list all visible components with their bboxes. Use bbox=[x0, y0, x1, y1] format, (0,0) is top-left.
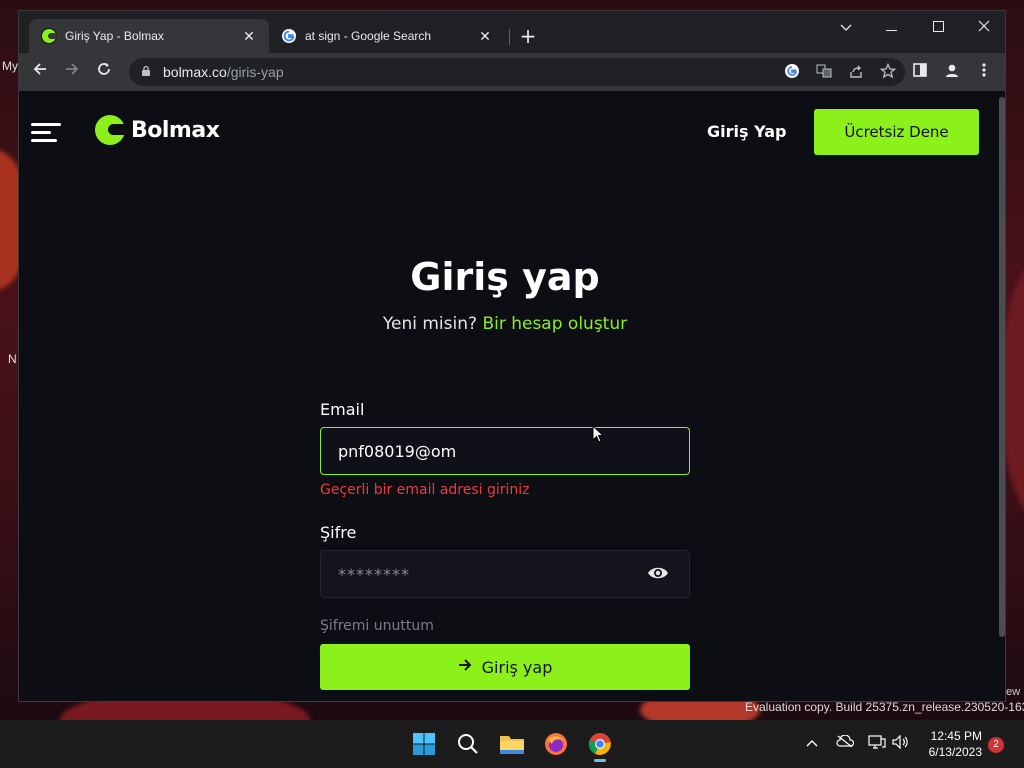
browser-toolbar: bolmax.co/giris-yap bbox=[19, 53, 1005, 91]
file-explorer-icon[interactable] bbox=[496, 728, 528, 760]
email-field[interactable]: pnf08019@om bbox=[320, 427, 690, 475]
submit-label: Giriş yap bbox=[481, 657, 553, 677]
forgot-password-link[interactable]: Şifremi unuttum bbox=[320, 618, 434, 634]
clock-time: 12:45 PM bbox=[930, 729, 982, 743]
desktop-icon-label[interactable]: N bbox=[8, 352, 17, 366]
minimize-icon[interactable] bbox=[869, 15, 915, 41]
page-title: Giriş yap bbox=[410, 255, 600, 299]
signup-prompt: Yeni misin? Bir hesap oluştur bbox=[19, 314, 991, 334]
bookmark-star-icon[interactable] bbox=[879, 62, 897, 81]
evaluation-watermark: Evaluation copy. Build 25375.zn_release.… bbox=[745, 700, 1024, 714]
chevron-down-icon[interactable] bbox=[823, 15, 869, 41]
share-icon[interactable] bbox=[847, 63, 865, 81]
address-bar[interactable]: bolmax.co/giris-yap bbox=[129, 58, 905, 86]
url-host: bolmax.co bbox=[163, 64, 227, 80]
login-submit-button[interactable]: Giriş yap bbox=[320, 644, 690, 690]
reload-icon[interactable] bbox=[91, 59, 117, 85]
profile-icon[interactable] bbox=[943, 63, 961, 81]
url-text: bolmax.co/giris-yap bbox=[163, 64, 284, 80]
translate-icon[interactable] bbox=[815, 63, 833, 81]
close-icon[interactable] bbox=[961, 15, 1005, 41]
url-path: /giris-yap bbox=[226, 64, 284, 80]
bolmax-logo-icon bbox=[41, 28, 57, 44]
signup-prompt-text: Yeni misin? bbox=[382, 314, 478, 334]
password-label: Şifre bbox=[320, 523, 357, 542]
close-icon[interactable]: ✕ bbox=[477, 28, 493, 44]
tab-title: at sign - Google Search bbox=[305, 29, 432, 43]
chrome-icon[interactable] bbox=[584, 728, 616, 762]
notification-badge[interactable]: 2 bbox=[988, 737, 1004, 753]
browser-window: Giriş Yap - Bolmax ✕ at sign - Google Se… bbox=[18, 10, 1006, 702]
taskbar: 12:45 PM 6/13/2023 2 bbox=[0, 720, 1024, 768]
watermark-fragment: ew bbox=[1006, 686, 1021, 698]
login-form: Giriş yap Yeni misin? Bir hesap oluştur … bbox=[19, 91, 1005, 701]
windows-start-icon[interactable] bbox=[408, 728, 440, 760]
onedrive-offline-icon[interactable] bbox=[836, 734, 855, 751]
menu-kebab-icon[interactable] bbox=[975, 63, 993, 81]
tab-google-search[interactable]: at sign - Google Search ✕ bbox=[269, 19, 505, 53]
tab-separator bbox=[509, 29, 510, 45]
volume-icon[interactable] bbox=[892, 734, 910, 753]
create-account-link[interactable]: Bir hesap oluştur bbox=[482, 314, 627, 334]
system-clock[interactable]: 12:45 PM 6/13/2023 bbox=[924, 728, 982, 760]
google-lens-icon[interactable] bbox=[783, 63, 801, 81]
chevron-up-icon[interactable] bbox=[806, 736, 818, 751]
google-icon bbox=[281, 28, 297, 44]
email-error-message: Geçerli bir email adresi giriniz bbox=[320, 482, 530, 498]
lock-icon[interactable] bbox=[141, 65, 153, 79]
forward-arrow-icon[interactable] bbox=[59, 59, 85, 85]
sidepanel-icon[interactable] bbox=[911, 63, 929, 81]
page-scrollbar[interactable] bbox=[999, 97, 1005, 637]
maximize-icon[interactable] bbox=[915, 15, 961, 41]
eye-icon[interactable] bbox=[647, 565, 669, 583]
password-field[interactable]: ******** bbox=[320, 550, 690, 598]
plus-icon[interactable]: + bbox=[517, 25, 539, 47]
back-arrow-icon[interactable] bbox=[27, 59, 53, 85]
search-icon[interactable] bbox=[452, 728, 484, 760]
page-viewport: Bolmax Giriş Yap Ücretsiz Dene Giriş yap… bbox=[19, 91, 1005, 701]
tab-strip: Giriş Yap - Bolmax ✕ at sign - Google Se… bbox=[19, 11, 1005, 53]
firefox-icon[interactable] bbox=[540, 728, 572, 760]
tab-bolmax[interactable]: Giriş Yap - Bolmax ✕ bbox=[29, 19, 269, 53]
mouse-cursor-icon bbox=[592, 425, 604, 443]
desktop-icon-label[interactable]: My bbox=[2, 59, 18, 73]
network-icon[interactable] bbox=[868, 735, 886, 753]
close-icon[interactable]: ✕ bbox=[241, 28, 257, 44]
email-label: Email bbox=[320, 400, 365, 419]
clock-date: 6/13/2023 bbox=[928, 745, 982, 759]
arrow-right-icon bbox=[458, 657, 472, 677]
tab-title: Giriş Yap - Bolmax bbox=[65, 29, 164, 43]
